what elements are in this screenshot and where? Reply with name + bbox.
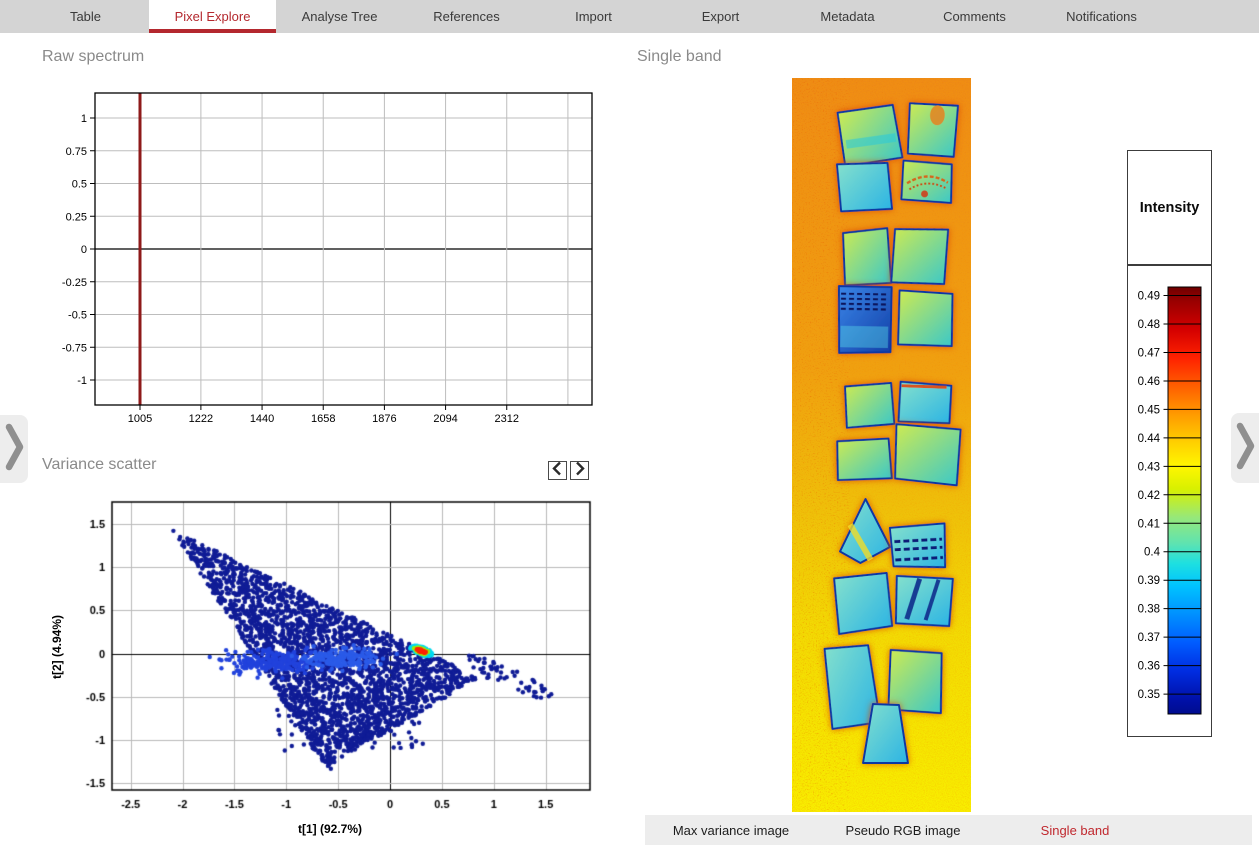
image-mode-pseudo-rgb-image[interactable]: Pseudo RGB image bbox=[817, 815, 989, 845]
svg-text:-1: -1 bbox=[77, 375, 87, 387]
svg-text:1: 1 bbox=[81, 113, 87, 125]
top-tab-bar: Table Pixel Explore Analyse Tree References… bbox=[0, 0, 1259, 33]
sample-shape bbox=[890, 523, 947, 570]
tab-label: Comments bbox=[943, 9, 1006, 24]
svg-text:0.4: 0.4 bbox=[1144, 547, 1161, 559]
svg-text:0.36: 0.36 bbox=[1138, 661, 1160, 673]
scatter-prev-button[interactable] bbox=[548, 461, 567, 480]
variance-scatter-chart[interactable] bbox=[55, 492, 600, 847]
sample-shape bbox=[838, 105, 903, 167]
tab-label: Import bbox=[575, 9, 612, 24]
tab-export[interactable]: Export bbox=[657, 0, 784, 33]
svg-text:-0.75: -0.75 bbox=[62, 342, 87, 354]
tab-label: Pixel Explore bbox=[175, 9, 251, 24]
svg-text:-0.5: -0.5 bbox=[68, 310, 87, 322]
sample-shape bbox=[842, 228, 891, 285]
svg-text:1005: 1005 bbox=[128, 413, 152, 425]
svg-text:0.39: 0.39 bbox=[1138, 575, 1160, 587]
single-band-title: Single band bbox=[637, 48, 722, 66]
tab-metadata[interactable]: Metadata bbox=[784, 0, 911, 33]
svg-text:0.75: 0.75 bbox=[66, 146, 87, 158]
svg-text:1658: 1658 bbox=[311, 413, 335, 425]
single-band-svg bbox=[792, 78, 971, 812]
chevron-right-icon bbox=[570, 459, 589, 483]
svg-text:0.44: 0.44 bbox=[1138, 433, 1161, 445]
tab-label: Analyse Tree bbox=[302, 9, 378, 24]
image-mode-tab-bar: Max variance imagePseudo RGB imageSingle… bbox=[645, 815, 1252, 845]
tab-table[interactable]: Table bbox=[22, 0, 149, 33]
tab-label: Table bbox=[70, 9, 101, 24]
svg-text:1222: 1222 bbox=[189, 413, 213, 425]
svg-text:0.46: 0.46 bbox=[1138, 376, 1160, 388]
svg-text:0.25: 0.25 bbox=[66, 211, 87, 223]
svg-text:0.47: 0.47 bbox=[1138, 347, 1160, 359]
sample-shape bbox=[837, 161, 892, 213]
tab-references[interactable]: References bbox=[403, 0, 530, 33]
tab-label: Export bbox=[702, 9, 740, 24]
svg-text:0.49: 0.49 bbox=[1138, 291, 1160, 303]
svg-text:2312: 2312 bbox=[495, 413, 519, 425]
raw-spectrum-title: Raw spectrum bbox=[42, 48, 144, 66]
svg-text:1876: 1876 bbox=[372, 413, 396, 425]
tab-analyse-tree[interactable]: Analyse Tree bbox=[276, 0, 403, 33]
sample-shape bbox=[894, 576, 953, 626]
intensity-legend-title-box: Intensity bbox=[1127, 150, 1212, 265]
svg-text:0.38: 0.38 bbox=[1138, 604, 1160, 616]
tab-label: Metadata bbox=[820, 9, 874, 24]
image-mode-max-variance-image[interactable]: Max variance image bbox=[645, 815, 817, 845]
scatter-next-button[interactable] bbox=[570, 461, 589, 480]
svg-text:-0.25: -0.25 bbox=[62, 277, 87, 289]
tab-label: Notifications bbox=[1066, 9, 1137, 24]
svg-text:0.48: 0.48 bbox=[1138, 319, 1160, 331]
chevron-left-icon bbox=[548, 459, 567, 483]
sample-shape bbox=[888, 650, 943, 713]
sample-shape bbox=[833, 573, 892, 634]
sample-shape bbox=[898, 290, 954, 346]
svg-text:0.43: 0.43 bbox=[1138, 461, 1160, 473]
variance-scatter-plot[interactable] bbox=[55, 492, 600, 847]
sample-shape bbox=[893, 424, 960, 485]
chevron-right-icon bbox=[1231, 411, 1259, 486]
svg-text:0.5: 0.5 bbox=[72, 179, 87, 191]
sample-shape bbox=[843, 383, 894, 429]
raw-spectrum-svg: 1 0.75 0.5 0.25 0 -0.25 -0.5 -0.75 -1 1005 1222 144… bbox=[55, 85, 600, 430]
tab-notifications[interactable]: Notifications bbox=[1038, 0, 1165, 33]
svg-text:0.35: 0.35 bbox=[1138, 689, 1160, 701]
previous-view-button[interactable] bbox=[0, 415, 28, 483]
scatter-y-axis-title: t[2] (4.94%) bbox=[50, 572, 64, 722]
svg-text:0.42: 0.42 bbox=[1138, 490, 1160, 502]
sample-shape bbox=[898, 382, 951, 424]
svg-text:0.45: 0.45 bbox=[1138, 404, 1160, 416]
scatter-x-axis-title: t[1] (92.7%) bbox=[230, 822, 430, 836]
sample-shape bbox=[836, 438, 891, 480]
sample-shape bbox=[891, 226, 948, 286]
image-mode-single-band[interactable]: Single band bbox=[989, 815, 1161, 845]
intensity-colorbar: 0.49 0.48 0.47 0.46 0.45 0.44 0.43 0.42 0.41 0.4 0… bbox=[1127, 265, 1212, 737]
tab-label: References bbox=[433, 9, 499, 24]
sample-shape bbox=[907, 103, 958, 157]
sample-shape bbox=[901, 160, 952, 202]
raw-spectrum-chart[interactable]: 1 0.75 0.5 0.25 0 -0.25 -0.5 -0.75 -1 1005 1222 144… bbox=[55, 85, 600, 430]
sample-shape bbox=[838, 286, 892, 354]
tab-pixel-explore[interactable]: Pixel Explore bbox=[149, 0, 276, 33]
chevron-right-icon bbox=[0, 413, 28, 486]
next-view-button[interactable] bbox=[1231, 413, 1259, 483]
single-band-image[interactable] bbox=[792, 78, 971, 812]
svg-text:1440: 1440 bbox=[250, 413, 274, 425]
variance-scatter-title: Variance scatter bbox=[42, 456, 156, 474]
intensity-colorbar-svg: 0.49 0.48 0.47 0.46 0.45 0.44 0.43 0.42 0.41 0.4 0… bbox=[1128, 266, 1211, 736]
active-tab-underline bbox=[149, 29, 276, 33]
tab-import[interactable]: Import bbox=[530, 0, 657, 33]
svg-text:2094: 2094 bbox=[433, 413, 457, 425]
svg-text:0.41: 0.41 bbox=[1138, 518, 1160, 530]
svg-text:0.37: 0.37 bbox=[1138, 632, 1160, 644]
intensity-legend-title: Intensity bbox=[1140, 200, 1200, 216]
svg-text:0: 0 bbox=[81, 244, 87, 256]
tab-comments[interactable]: Comments bbox=[911, 0, 1038, 33]
